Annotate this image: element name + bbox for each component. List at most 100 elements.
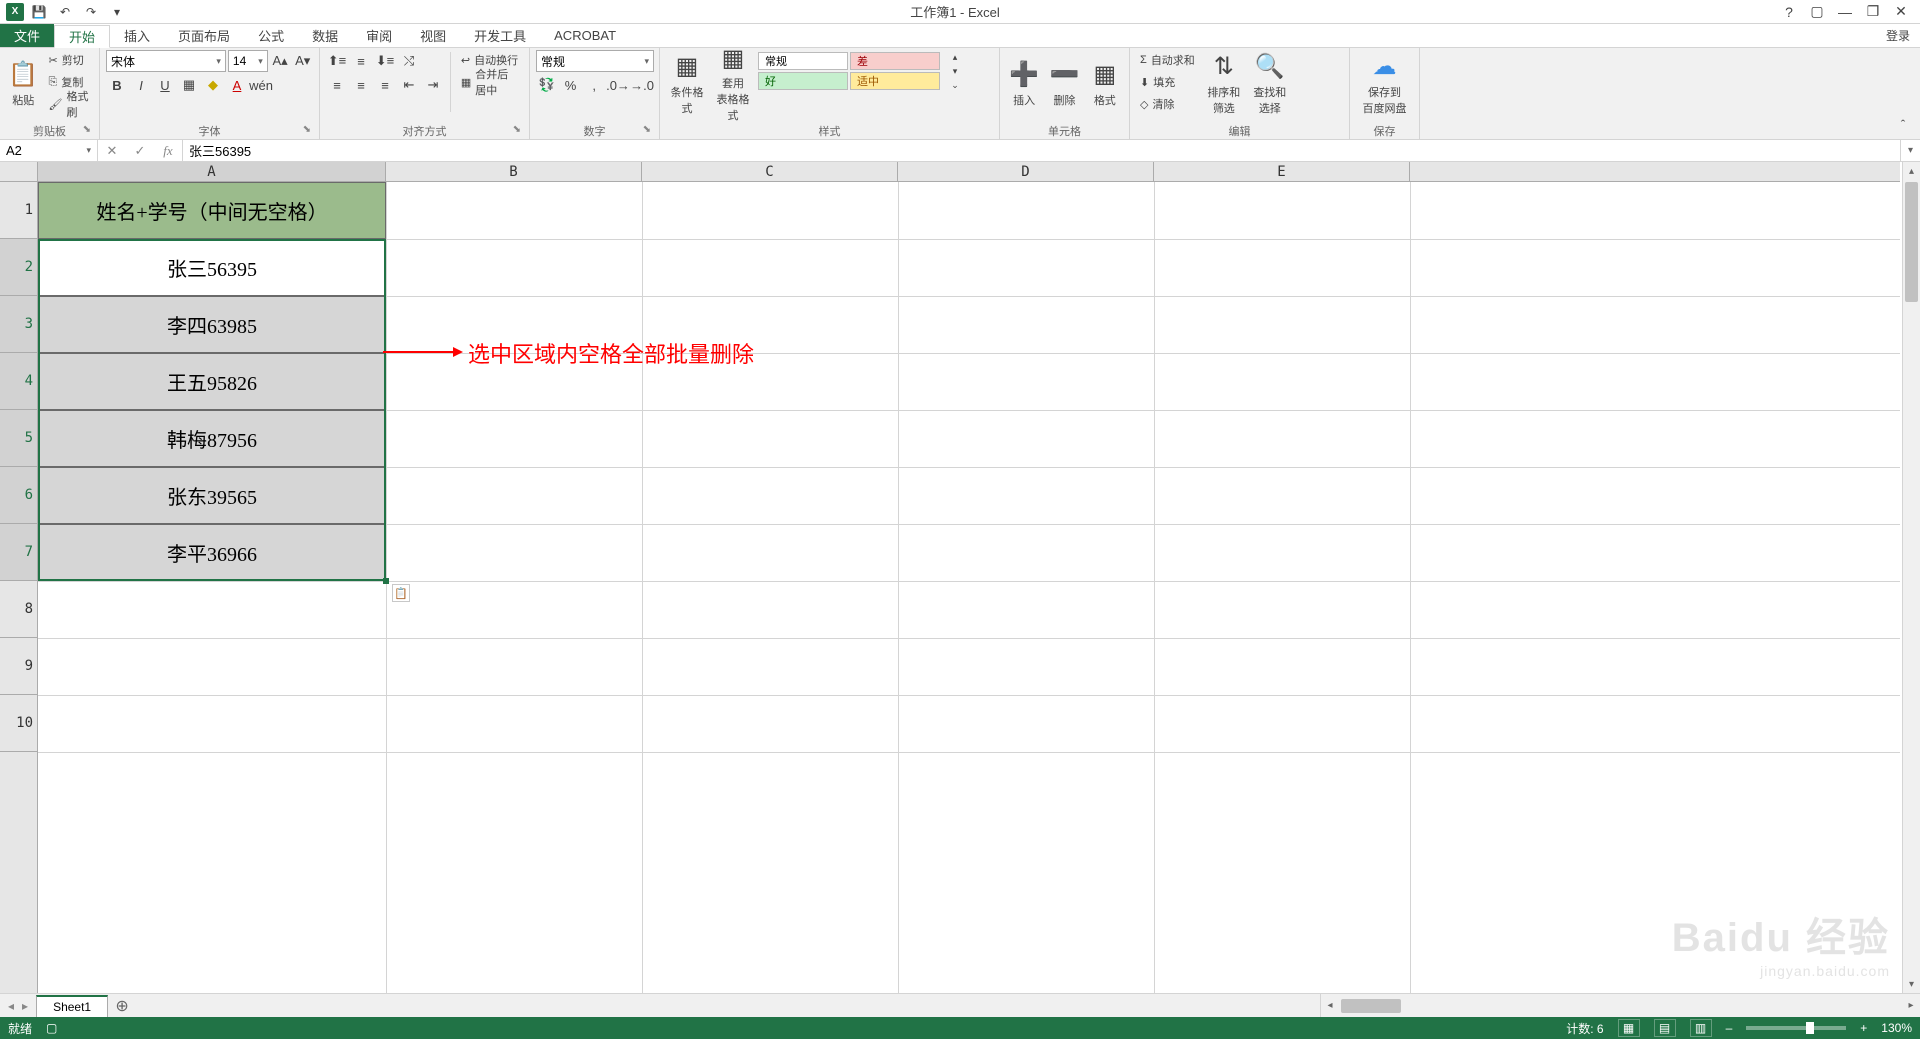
tab-view[interactable]: 视图 <box>406 24 460 47</box>
sort-filter-button[interactable]: ⇅排序和筛选 <box>1203 50 1245 116</box>
tab-acrobat[interactable]: ACROBAT <box>540 24 630 47</box>
border-button[interactable]: ▦ <box>178 74 200 96</box>
col-header-b[interactable]: B <box>386 162 642 181</box>
hscroll-thumb[interactable] <box>1341 999 1401 1013</box>
font-size-combo[interactable]: 14▾ <box>228 50 268 72</box>
fx-button[interactable]: fx <box>154 143 182 159</box>
scroll-right-button[interactable]: ▸ <box>1902 1000 1920 1011</box>
orientation-button[interactable]: ⤭ <box>398 50 420 72</box>
row-header-10[interactable]: 10 <box>0 695 37 752</box>
bold-button[interactable]: B <box>106 74 128 96</box>
row-header-2[interactable]: 2 <box>0 239 37 296</box>
save-cloud-button[interactable]: ☁保存到 百度网盘 <box>1356 50 1413 116</box>
select-all-corner[interactable] <box>0 162 38 182</box>
style-neutral[interactable]: 适中 <box>850 72 940 90</box>
align-right-button[interactable]: ≡ <box>374 74 396 96</box>
login-link[interactable]: 登录 <box>1876 24 1920 47</box>
merge-center-button[interactable]: ▦合并后居中 <box>457 72 523 92</box>
fill-color-button[interactable]: ◆ <box>202 74 224 96</box>
sheet-nav-prev[interactable]: ◂ <box>8 999 14 1013</box>
tab-data[interactable]: 数据 <box>298 24 352 47</box>
conditional-format-button[interactable]: ▦条件格式 <box>666 50 708 116</box>
fill-button[interactable]: ⬇填充 <box>1136 72 1199 92</box>
row-header-6[interactable]: 6 <box>0 467 37 524</box>
cell-a6[interactable]: 张东39565 <box>38 467 386 524</box>
row-header-4[interactable]: 4 <box>0 353 37 410</box>
zoom-slider[interactable] <box>1746 1026 1846 1030</box>
save-qat-button[interactable]: 💾 <box>28 2 50 22</box>
cell-a5[interactable]: 韩梅87956 <box>38 410 386 467</box>
vscroll-thumb[interactable] <box>1905 182 1918 302</box>
align-launcher[interactable]: ⬊ <box>513 124 521 135</box>
format-painter-button[interactable]: 🖌格式刷 <box>45 94 93 114</box>
format-cells-button[interactable]: ▦格式 <box>1087 50 1123 116</box>
tab-home[interactable]: 开始 <box>54 25 110 48</box>
cell-a7[interactable]: 李平36966 <box>38 524 386 581</box>
style-good[interactable]: 好 <box>758 72 848 90</box>
inc-decimal-button[interactable]: .0→ <box>607 74 629 96</box>
styles-scroll-down[interactable]: ▾ <box>944 64 966 78</box>
sheet-tab-sheet1[interactable]: Sheet1 <box>36 995 108 1017</box>
row-header-3[interactable]: 3 <box>0 296 37 353</box>
row-header-9[interactable]: 9 <box>0 638 37 695</box>
cell-a3[interactable]: 李四63985 <box>38 296 386 353</box>
comma-button[interactable]: , <box>583 74 605 96</box>
zoom-in-button[interactable]: + <box>1860 1021 1867 1035</box>
cell-a4[interactable]: 王五95826 <box>38 353 386 410</box>
view-layout-button[interactable]: ▤ <box>1654 1019 1676 1037</box>
zoom-level[interactable]: 130% <box>1881 1021 1912 1035</box>
cancel-formula-button[interactable]: ✕ <box>98 143 126 159</box>
cell-a2[interactable]: 张三56395 <box>38 239 386 296</box>
styles-scroll-up[interactable]: ▴ <box>944 50 966 64</box>
percent-button[interactable]: % <box>560 74 582 96</box>
undo-qat-button[interactable]: ↶ <box>54 2 76 22</box>
shrink-font-button[interactable]: A▾ <box>292 50 313 72</box>
scroll-left-button[interactable]: ◂ <box>1321 1000 1339 1011</box>
align-center-button[interactable]: ≡ <box>350 74 372 96</box>
view-normal-button[interactable]: ▦ <box>1618 1019 1640 1037</box>
tab-developer[interactable]: 开发工具 <box>460 24 540 47</box>
style-bad[interactable]: 差 <box>850 52 940 70</box>
row-header-7[interactable]: 7 <box>0 524 37 581</box>
cell-a1[interactable]: 姓名+学号（中间无空格） <box>38 182 386 239</box>
style-normal[interactable]: 常规 <box>758 52 848 70</box>
zoom-out-button[interactable]: – <box>1726 1021 1733 1035</box>
qat-customize-button[interactable]: ▾ <box>106 2 128 22</box>
font-color-button[interactable]: A <box>226 74 248 96</box>
accounting-button[interactable]: 💱 <box>536 74 558 96</box>
number-launcher[interactable]: ⬊ <box>643 124 651 135</box>
restore-button[interactable]: ❐ <box>1860 2 1886 22</box>
redo-qat-button[interactable]: ↷ <box>80 2 102 22</box>
paste-options-icon[interactable]: 📋 <box>392 584 410 602</box>
dec-indent-button[interactable]: ⇤ <box>398 74 420 96</box>
align-bottom-button[interactable]: ⬇≡ <box>374 50 396 72</box>
align-top-button[interactable]: ⬆≡ <box>326 50 348 72</box>
row-header-8[interactable]: 8 <box>0 581 37 638</box>
fill-handle[interactable] <box>383 578 389 584</box>
row-header-5[interactable]: 5 <box>0 410 37 467</box>
formula-bar-input[interactable]: 张三56395 <box>183 140 1900 161</box>
find-select-button[interactable]: 🔍查找和选择 <box>1249 50 1291 116</box>
macro-record-icon[interactable]: ▢ <box>46 1021 57 1035</box>
minimize-button[interactable]: — <box>1832 2 1858 22</box>
ribbon-options-button[interactable]: ▢ <box>1804 2 1830 22</box>
name-box[interactable]: A2▾ <box>0 140 98 161</box>
insert-cells-button[interactable]: ➕插入 <box>1006 50 1042 116</box>
paste-button[interactable]: 📋 粘贴 <box>6 50 41 116</box>
italic-button[interactable]: I <box>130 74 152 96</box>
align-left-button[interactable]: ≡ <box>326 74 348 96</box>
font-launcher[interactable]: ⬊ <box>303 124 311 135</box>
align-middle-button[interactable]: ≡ <box>350 50 372 72</box>
cut-button[interactable]: ✂剪切 <box>45 50 93 70</box>
tab-review[interactable]: 审阅 <box>352 24 406 47</box>
format-as-table-button[interactable]: ▦套用 表格格式 <box>712 50 754 116</box>
horizontal-scrollbar[interactable]: ◂ ▸ <box>1320 994 1920 1017</box>
row-header-1[interactable]: 1 <box>0 182 37 239</box>
inc-indent-button[interactable]: ⇥ <box>422 74 444 96</box>
view-pagebreak-button[interactable]: ▥ <box>1690 1019 1712 1037</box>
expand-formula-bar[interactable]: ▾ <box>1900 140 1920 161</box>
sheet-nav-next[interactable]: ▸ <box>22 999 28 1013</box>
vertical-scrollbar[interactable]: ▴ ▾ <box>1902 162 1920 993</box>
col-header-a[interactable]: A <box>38 162 386 181</box>
grow-font-button[interactable]: A▴ <box>270 50 291 72</box>
